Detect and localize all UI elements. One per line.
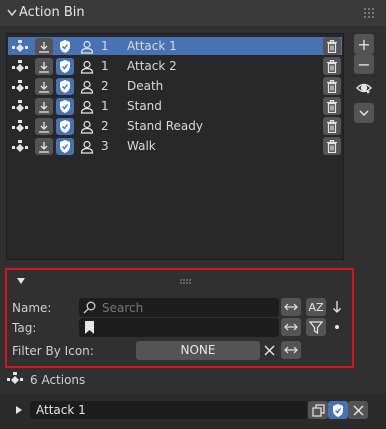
- tag-filter-input[interactable]: [79, 318, 279, 337]
- search-icon: [83, 301, 96, 314]
- user-icon[interactable]: [78, 98, 96, 115]
- actions-count: 6 Actions: [30, 373, 86, 387]
- tag-filter-label: Tag:: [12, 321, 37, 335]
- filter-icon-dropdown[interactable]: NONE: [136, 341, 260, 360]
- invert-name-filter-button[interactable]: [281, 298, 301, 316]
- action-name[interactable]: Attack 1: [127, 39, 177, 53]
- keyframe-icon[interactable]: [11, 98, 29, 115]
- trash-icon[interactable]: [323, 137, 341, 155]
- download-icon[interactable]: [35, 138, 53, 155]
- user-icon[interactable]: [78, 38, 96, 55]
- download-icon[interactable]: [35, 78, 53, 95]
- user-icon[interactable]: [78, 58, 96, 75]
- name-filter-label: Name:: [12, 301, 52, 315]
- keyframe-icon[interactable]: [11, 138, 29, 155]
- invert-tag-filter-button[interactable]: [281, 318, 301, 336]
- trash-icon[interactable]: [323, 97, 341, 115]
- swap-arrows-icon: [284, 346, 298, 354]
- action-name[interactable]: Attack 2: [127, 59, 177, 73]
- user-icon[interactable]: [78, 118, 96, 135]
- fake-user-shield-icon[interactable]: [56, 98, 74, 115]
- action-name[interactable]: Stand Ready: [127, 119, 203, 133]
- active-action-name-field[interactable]: Attack 1: [30, 401, 307, 419]
- list-item[interactable]: 2 Stand Ready: [8, 117, 342, 135]
- user-count: 2: [101, 79, 109, 93]
- download-icon[interactable]: [35, 118, 53, 135]
- swap-arrows-icon: [284, 303, 298, 311]
- keyframe-icon[interactable]: [11, 38, 29, 55]
- list-item[interactable]: 1 Stand: [8, 97, 342, 115]
- bookmark-icon: [85, 321, 94, 334]
- visibility-menu-button[interactable]: [354, 78, 374, 98]
- sort-az-icon: AZ: [308, 300, 324, 314]
- fake-user-shield-icon[interactable]: [56, 78, 74, 95]
- list-item[interactable]: 2 Death: [8, 77, 342, 95]
- trash-icon[interactable]: [323, 117, 341, 135]
- list-item[interactable]: 1 Attack 1: [8, 37, 342, 55]
- plus-icon: +: [357, 34, 371, 54]
- fake-user-toggle[interactable]: [328, 401, 348, 419]
- user-count: 1: [101, 59, 109, 73]
- funnel-icon: [309, 320, 323, 334]
- keyframe-icon[interactable]: [11, 78, 29, 95]
- action-name[interactable]: Stand: [127, 99, 162, 113]
- trash-icon[interactable]: [323, 77, 341, 95]
- download-icon[interactable]: [35, 58, 53, 75]
- fake-user-shield-icon[interactable]: [56, 38, 74, 55]
- add-action-button[interactable]: +: [354, 34, 374, 54]
- download-icon[interactable]: [35, 98, 53, 115]
- sort-alphabetical-button[interactable]: AZ: [306, 298, 326, 316]
- user-count: 2: [101, 119, 109, 133]
- panel-title: Action Bin: [19, 5, 85, 20]
- user-count: 1: [101, 39, 109, 53]
- fake-user-shield-icon[interactable]: [56, 138, 74, 155]
- resize-grip-icon[interactable]: [180, 279, 192, 285]
- user-count: 1: [101, 99, 109, 113]
- user-icon[interactable]: [78, 78, 96, 95]
- eye-icon: [356, 83, 372, 94]
- chevron-down-icon: [359, 110, 369, 117]
- action-name[interactable]: Death: [127, 79, 163, 93]
- user-count: 3: [101, 139, 109, 153]
- sort-reverse-button[interactable]: [327, 298, 347, 316]
- shield-check-icon: [333, 403, 343, 417]
- active-action-name: Attack 1: [36, 403, 86, 417]
- keyframe-icon[interactable]: [11, 118, 29, 135]
- remove-action-button[interactable]: −: [354, 54, 374, 74]
- download-icon[interactable]: [35, 38, 53, 55]
- filter-active-dot: [335, 325, 339, 329]
- fake-user-shield-icon[interactable]: [56, 58, 74, 75]
- swap-arrows-icon: [284, 323, 298, 331]
- invert-icon-filter-button[interactable]: [281, 341, 301, 359]
- search-placeholder: Search: [102, 301, 144, 315]
- list-item[interactable]: 3 Walk: [8, 137, 342, 155]
- filter-funnel-button[interactable]: [306, 318, 326, 336]
- minus-icon: −: [357, 54, 371, 74]
- duplicate-action-button[interactable]: [308, 401, 328, 419]
- action-name[interactable]: Walk: [127, 139, 156, 153]
- keyframe-icon: [7, 372, 23, 384]
- trash-icon[interactable]: [323, 57, 341, 75]
- arrow-down-icon: [333, 301, 341, 313]
- chevron-down-icon[interactable]: [6, 6, 18, 20]
- collapse-triangle-icon[interactable]: [16, 277, 26, 285]
- duplicate-icon: [311, 403, 325, 417]
- specials-menu-button[interactable]: [354, 103, 374, 123]
- fake-user-shield-icon[interactable]: [56, 118, 74, 135]
- trash-icon[interactable]: [323, 37, 341, 55]
- list-item[interactable]: 1 Attack 2: [8, 57, 342, 75]
- unlink-action-button[interactable]: [348, 401, 368, 419]
- play-triangle-icon[interactable]: [15, 405, 23, 415]
- keyframe-icon[interactable]: [11, 58, 29, 75]
- user-icon[interactable]: [78, 138, 96, 155]
- close-icon[interactable]: [264, 345, 275, 356]
- name-search-input[interactable]: Search: [79, 298, 279, 317]
- close-icon: [353, 405, 363, 415]
- drag-grip-icon[interactable]: [362, 6, 376, 20]
- filter-by-icon-label: Filter By Icon:: [12, 344, 94, 358]
